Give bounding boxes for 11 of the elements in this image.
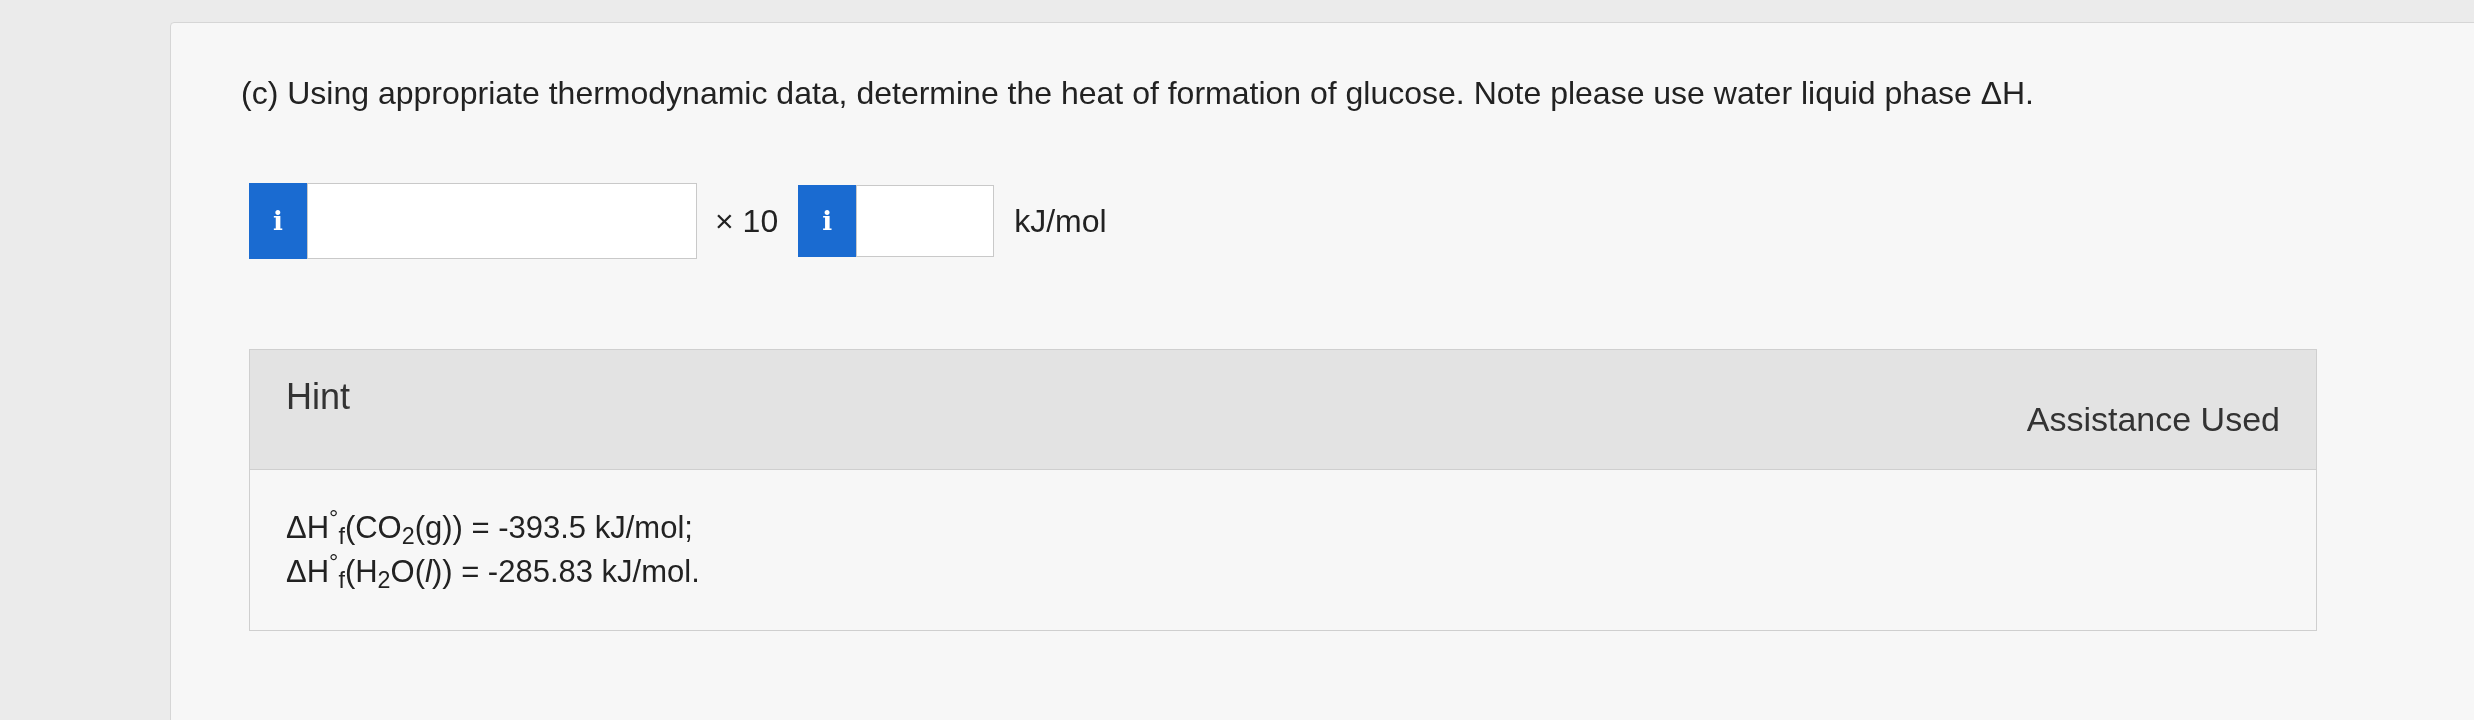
question-text: (c) Using appropriate thermodynamic data, determine the heat of formation of glucose. Note please use water liquid phase ΔH.	[241, 74, 2035, 113]
hint-formula: ΔH$^{°}$$_{f}$(H$_{2}$O(l)) = -285.83 kJ/mol.	[286, 550, 701, 594]
mantissa-input-field[interactable]	[307, 183, 697, 259]
assistance-status: Assistance Used	[2026, 399, 2280, 440]
hint-title: Hint	[286, 375, 351, 419]
info-button[interactable]: i	[249, 183, 307, 259]
unit-label: kJ/mol	[1014, 202, 1107, 241]
info-button[interactable]: i	[798, 185, 857, 257]
exponent-input-field[interactable]	[856, 185, 995, 257]
multiplier-label: × 10	[715, 202, 779, 241]
hint-formula: ΔH$^{°}$$_{f}$(CO$_{2}$(g)) = -393.5 kJ/mol;	[286, 506, 694, 550]
